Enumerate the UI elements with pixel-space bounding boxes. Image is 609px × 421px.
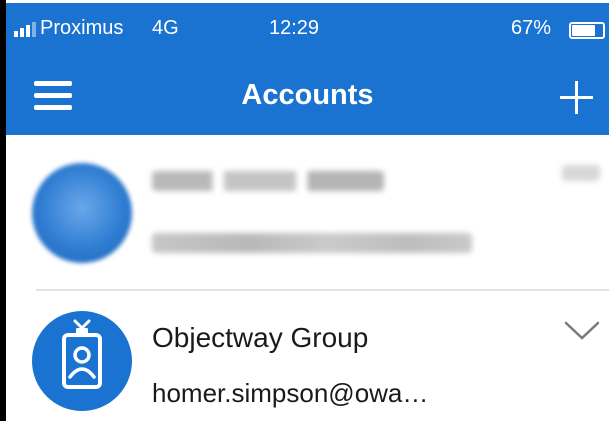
account-row-redacted[interactable]: [6, 135, 609, 291]
phone-screen: Proximus 4G 12:29 67% Accounts Objectway…: [6, 0, 609, 421]
navigation-bar: Accounts: [6, 55, 609, 129]
redacted-account-email: [152, 233, 472, 253]
account-row-objectway[interactable]: Objectway Group homer.simpson@owa…: [6, 291, 609, 421]
battery-icon: [569, 22, 605, 39]
account-name: Objectway Group: [152, 322, 369, 353]
clock: 12:29: [269, 17, 320, 39]
battery-percentage: 67%: [511, 17, 552, 39]
page-title: Accounts: [241, 79, 374, 111]
account-email: homer.simpson@owa…: [152, 378, 429, 408]
account-avatar: [32, 311, 132, 411]
redacted-account-name: [152, 171, 384, 191]
blurred-chevron: [562, 165, 600, 181]
signal-strength-icon: [14, 22, 36, 37]
add-account-icon[interactable]: [558, 79, 594, 115]
chevron-down-icon[interactable]: [564, 321, 600, 341]
blurred-avatar: [32, 163, 132, 263]
status-bar: Proximus 4G 12:29 67%: [6, 3, 609, 49]
network-type: 4G: [152, 17, 179, 39]
badge-icon: [62, 319, 102, 389]
app-header: Proximus 4G 12:29 67% Accounts: [6, 3, 609, 135]
carrier-name: Proximus: [40, 17, 124, 39]
